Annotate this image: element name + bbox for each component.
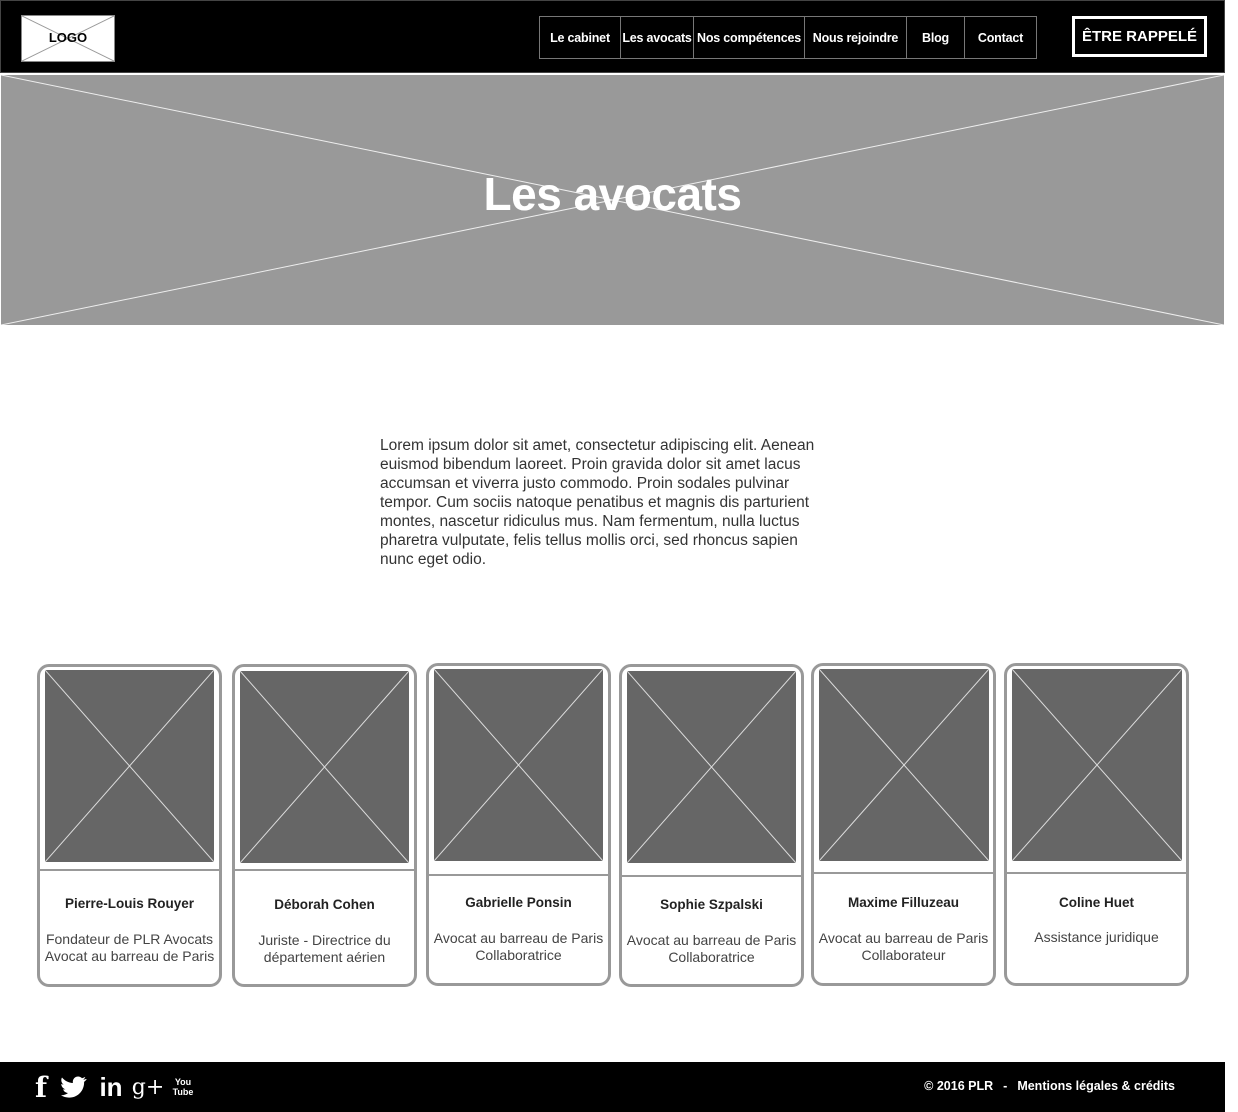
team-member-role-line2: Collaboratrice bbox=[475, 947, 562, 963]
team-card[interactable]: Sophie Szpalski Avocat au barreau de Par… bbox=[619, 664, 804, 987]
team-member-role-line1: Avocat au barreau de Paris bbox=[433, 930, 604, 946]
site-footer: f in g+ You Tube © 2016 PLR - Mentions l… bbox=[0, 1062, 1225, 1112]
team-member-role-line1: Juriste - Directrice du bbox=[258, 932, 391, 948]
linkedin-icon[interactable]: in bbox=[96, 1072, 126, 1102]
team-member-role-line1: Assistance juridique bbox=[1034, 929, 1159, 945]
card-divider bbox=[429, 874, 608, 876]
page-title: Les avocats bbox=[483, 168, 742, 220]
footer-legal: © 2016 PLR - Mentions légales & crédits bbox=[924, 1079, 1175, 1093]
nav-item-nous-rejoindre[interactable]: Nous rejoindre bbox=[804, 17, 906, 58]
image-placeholder-icon bbox=[240, 671, 409, 863]
team-card[interactable]: Pierre-Louis Rouyer Fondateur de PLR Avo… bbox=[37, 664, 222, 987]
intro-paragraph: Lorem ipsum dolor sit amet, consectetur … bbox=[380, 437, 815, 568]
image-placeholder-icon bbox=[627, 671, 796, 863]
google-plus-icon[interactable]: g+ bbox=[132, 1072, 165, 1102]
logo-text: LOGO bbox=[48, 30, 88, 45]
nav-item-blog[interactable]: Blog bbox=[906, 17, 964, 58]
image-placeholder-icon bbox=[45, 670, 214, 862]
facebook-icon[interactable]: f bbox=[30, 1071, 52, 1104]
team-member-role-line2: département aérien bbox=[263, 949, 386, 965]
team-photo-placeholder bbox=[240, 671, 409, 863]
image-placeholder-icon bbox=[819, 669, 989, 861]
card-divider bbox=[235, 869, 414, 871]
card-divider bbox=[1007, 872, 1186, 874]
card-divider bbox=[622, 875, 801, 877]
logo[interactable]: LOGO bbox=[21, 15, 115, 62]
team-photo-placeholder bbox=[1012, 669, 1182, 861]
team-member-name: Gabrielle Ponsin bbox=[465, 895, 572, 910]
team-photo-placeholder bbox=[434, 669, 603, 861]
nav-item-nos-competences[interactable]: Nos compétences bbox=[693, 17, 804, 58]
team-member-role-line2: Collaboratrice bbox=[668, 949, 755, 965]
team-member-name: Maxime Filluzeau bbox=[847, 895, 960, 910]
team-member-role-line1: Fondateur de PLR Avocats bbox=[45, 931, 214, 947]
team-card[interactable]: Maxime Filluzeau Avocat au barreau de Pa… bbox=[811, 663, 996, 986]
twitter-icon[interactable] bbox=[60, 1072, 88, 1102]
team-photo-placeholder bbox=[819, 669, 989, 861]
image-placeholder-icon bbox=[434, 669, 603, 861]
team-member-name: Sophie Szpalski bbox=[660, 897, 763, 912]
team-card[interactable]: Déborah Cohen Juriste - Directrice du dé… bbox=[232, 664, 417, 987]
site-header: LOGO Le cabinet Les avocats Nos compéten… bbox=[0, 0, 1225, 73]
team-member-role-line1: Avocat au barreau de Paris bbox=[626, 932, 797, 948]
nav-item-contact[interactable]: Contact bbox=[964, 17, 1036, 58]
team-member-name: Pierre-Louis Rouyer bbox=[64, 896, 195, 911]
team-card[interactable]: Gabrielle Ponsin Avocat au barreau de Pa… bbox=[426, 663, 611, 986]
team-member-name: Coline Huet bbox=[1058, 895, 1134, 910]
youtube-icon[interactable]: You Tube bbox=[170, 1072, 196, 1102]
card-divider bbox=[40, 869, 219, 871]
team-photo-placeholder bbox=[45, 670, 214, 862]
nav-item-le-cabinet[interactable]: Le cabinet bbox=[540, 17, 620, 58]
card-divider bbox=[814, 872, 993, 874]
team-member-name: Déborah Cohen bbox=[274, 897, 375, 912]
hero-banner: Les avocats bbox=[1, 75, 1224, 325]
nav-item-les-avocats[interactable]: Les avocats bbox=[620, 17, 693, 58]
team-member-role-line2: Collaborateur bbox=[861, 947, 946, 963]
social-links: f in g+ You Tube bbox=[30, 1071, 196, 1104]
team-member-role-line1: Avocat au barreau de Paris bbox=[818, 930, 989, 946]
copyright-text: © 2016 PLR bbox=[924, 1079, 994, 1093]
team-member-role-line2: Avocat au barreau de Paris bbox=[44, 948, 215, 964]
team-photo-placeholder bbox=[627, 671, 796, 863]
footer-separator: - bbox=[1003, 1079, 1008, 1093]
main-nav: Le cabinet Les avocats Nos compétences N… bbox=[539, 16, 1037, 59]
legal-notice-link[interactable]: Mentions légales & crédits bbox=[1017, 1079, 1175, 1093]
team-card[interactable]: Coline Huet Assistance juridique bbox=[1004, 663, 1189, 986]
callback-button[interactable]: ÊTRE RAPPELÉ bbox=[1072, 16, 1207, 57]
image-placeholder-icon bbox=[1012, 669, 1182, 861]
